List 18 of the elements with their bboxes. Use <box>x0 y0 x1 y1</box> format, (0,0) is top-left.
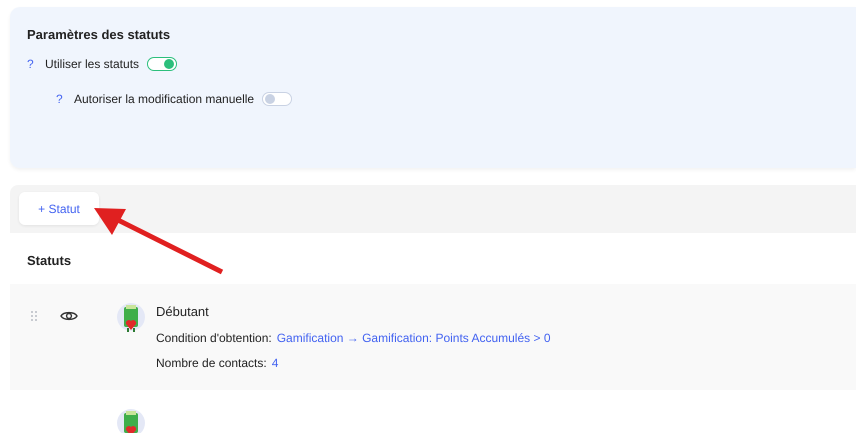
option-label: Utiliser les statuts <box>45 57 140 71</box>
drag-handle-icon[interactable] <box>30 310 38 322</box>
field-label: Condition d'obtention: <box>156 331 272 345</box>
help-link[interactable]: ? <box>27 57 37 71</box>
section-title: Statuts <box>27 253 72 268</box>
option-label: Autoriser la modification manuelle <box>74 92 254 106</box>
field-label: Nombre de contacts: <box>156 356 267 370</box>
contacts-count[interactable]: 4 <box>272 356 278 370</box>
condition-link[interactable]: Gamification → Gamification: Points Accumulés > 0 <box>276 331 550 345</box>
help-link[interactable]: ? <box>56 92 66 106</box>
section-title: Paramètres des statuts <box>27 27 172 42</box>
eye-icon[interactable] <box>60 310 78 322</box>
status-name: Débutant <box>156 304 210 319</box>
add-status-button[interactable]: + Statut <box>19 192 99 225</box>
avatar-icon <box>116 302 146 332</box>
avatar-icon <box>116 408 146 433</box>
toggle-switch[interactable] <box>262 92 292 106</box>
toggle-switch[interactable] <box>147 57 178 71</box>
